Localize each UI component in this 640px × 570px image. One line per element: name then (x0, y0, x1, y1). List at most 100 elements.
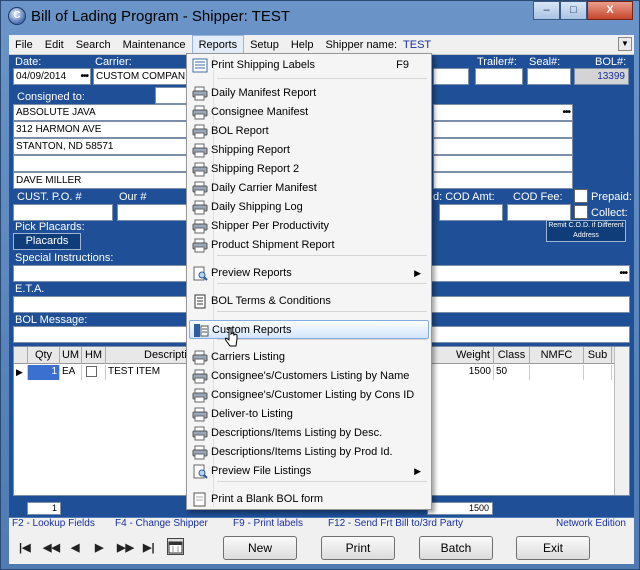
our-number-field[interactable] (117, 204, 189, 221)
menu-item-consignee-manifest[interactable]: Consignee Manifest (189, 103, 429, 122)
cell-sub[interactable] (584, 365, 612, 380)
menu-separator (217, 78, 427, 79)
maximize-button[interactable]: □ (560, 1, 587, 20)
menu-file[interactable]: File (9, 35, 39, 55)
blank-form-icon (192, 492, 208, 507)
batch-button[interactable]: Batch (419, 536, 493, 560)
carrier-field[interactable]: CUSTOM COMPANIES (93, 68, 189, 85)
title-bar[interactable]: C Bill of Lading Program - Shipper: TEST… (1, 1, 639, 31)
placards-button[interactable]: Placards (13, 233, 81, 250)
consignee-id-field[interactable] (155, 87, 189, 104)
calendar-icon[interactable] (167, 538, 184, 555)
menu-item-preview-file-listings[interactable]: Preview File Listings ▶ (189, 462, 429, 481)
next-page-button[interactable]: ▶▶ (117, 541, 134, 554)
deliver-to-address-field[interactable] (433, 121, 573, 138)
minimize-button[interactable]: – (533, 1, 560, 20)
menu-item-daily-manifest-report[interactable]: Daily Manifest Report (189, 84, 429, 103)
col-sub[interactable]: Sub (584, 347, 612, 364)
col-class[interactable]: Class (494, 347, 530, 364)
pro-field[interactable] (433, 68, 469, 85)
col-nmfc[interactable]: NMFC (530, 347, 584, 364)
consignee-address-field[interactable]: 312 HARMON AVE (13, 121, 189, 138)
col-um[interactable]: UM (60, 347, 82, 364)
deliver-to-name-field[interactable]: ••• (433, 104, 573, 121)
menu-search[interactable]: Search (70, 35, 117, 55)
f12-hint: F12 - Send Frt Bill to/3rd Party (328, 518, 464, 529)
menu-item-consignee-s-customers-listing-by-name[interactable]: Consignee's/Customers Listing by Name (189, 367, 429, 386)
first-record-button[interactable]: |◀ (19, 541, 31, 554)
date-lookup-button[interactable]: ••• (80, 69, 88, 84)
menu-item-descriptions-items-listing-by-desc[interactable]: Descriptions/Items Listing by Desc. (189, 424, 429, 443)
menu-edit[interactable]: Edit (39, 35, 70, 55)
prepaid-checkbox[interactable] (574, 189, 588, 203)
menu-item-print-a-blank-bol-form[interactable]: Print a Blank BOL form (189, 490, 429, 509)
cell-nmfc[interactable] (530, 365, 584, 380)
cust-po-field[interactable] (13, 204, 113, 221)
cell-qty[interactable]: 1 (28, 365, 60, 380)
menu-item-label: Consignee Manifest (211, 106, 309, 118)
menu-item-descriptions-items-listing-by-prod-id[interactable]: Descriptions/Items Listing by Prod Id. (189, 443, 429, 462)
cod-amt-field[interactable] (439, 204, 503, 221)
cell-weight[interactable]: 1500 (428, 365, 494, 380)
deliver-to-extra-field[interactable] (433, 155, 573, 172)
menu-shortcut: F9 (396, 59, 409, 71)
last-record-button[interactable]: ▶| (143, 541, 155, 554)
col-weight[interactable]: Weight (428, 347, 494, 364)
app-icon[interactable]: C (8, 7, 26, 25)
trailer-field[interactable] (475, 68, 523, 85)
menu-item-carriers-listing[interactable]: Carriers Listing (189, 348, 429, 367)
printer-icon (192, 426, 208, 441)
printer-icon (192, 200, 208, 215)
deliver-to-city-field[interactable] (433, 138, 573, 155)
collect-checkbox[interactable] (574, 205, 588, 219)
menu-item-deliver-to-listing[interactable]: Deliver-to Listing (189, 405, 429, 424)
menu-maintenance[interactable]: Maintenance (117, 35, 192, 55)
menu-item-daily-carrier-manifest[interactable]: Daily Carrier Manifest (189, 179, 429, 198)
cell-class[interactable]: 50 (494, 365, 530, 380)
new-button[interactable]: New (223, 536, 297, 560)
menu-item-label: Preview File Listings (211, 465, 312, 477)
next-record-button[interactable]: ▶ (95, 541, 103, 554)
consignee-city-field[interactable]: STANTON, ND 58571 (13, 138, 189, 155)
consignee-name-field[interactable]: ABSOLUTE JAVA (13, 104, 189, 121)
menu-item-product-shipment-report[interactable]: Product Shipment Report (189, 236, 429, 255)
menu-item-print-shipping-labels[interactable]: Print Shipping Labels F9 (189, 56, 429, 75)
seal-field[interactable] (527, 68, 571, 85)
special-instructions-lookup-button[interactable]: ••• (619, 266, 627, 281)
menu-separator (217, 283, 427, 284)
chevron-down-icon[interactable]: ▼ (618, 37, 632, 51)
col-hm[interactable]: HM (82, 347, 106, 364)
menu-item-bol-terms-conditions[interactable]: BOL Terms & Conditions (189, 292, 429, 311)
hm-checkbox[interactable] (86, 366, 97, 377)
consignee-contact-field[interactable]: DAVE MILLER (13, 172, 189, 189)
exit-button[interactable]: Exit (516, 536, 590, 560)
menu-item-consignee-s-customer-listing-by-cons-id[interactable]: Consignee's/Customer Listing by Cons ID (189, 386, 429, 405)
menu-item-bol-report[interactable]: BOL Report (189, 122, 429, 141)
deliver-to-lookup-button[interactable]: ••• (562, 105, 570, 120)
deliver-to-contact-field[interactable] (433, 172, 573, 189)
menu-setup[interactable]: Setup (244, 35, 285, 55)
window-title: Bill of Lading Program - Shipper: TEST (31, 8, 291, 25)
menu-item-shipping-report[interactable]: Shipping Report (189, 141, 429, 160)
menu-help[interactable]: Help (285, 35, 320, 55)
grid-scrollbar[interactable] (614, 347, 629, 495)
cell-um[interactable]: EA (60, 365, 82, 380)
menu-reports[interactable]: Reports (191, 34, 245, 55)
prepaid-label: Prepaid: (591, 191, 632, 203)
consignee-extra-field[interactable] (13, 155, 189, 172)
date-field[interactable]: 04/09/2014 ••• (13, 68, 91, 85)
prev-page-button[interactable]: ◀◀ (43, 541, 60, 554)
print-button[interactable]: Print (321, 536, 395, 560)
remit-cod-button[interactable]: Remit C.O.D. if Different Address (546, 220, 626, 242)
menu-item-preview-reports[interactable]: Preview Reports ▶ (189, 264, 429, 283)
col-qty[interactable]: Qty (28, 347, 60, 364)
prev-record-button[interactable]: ◀ (71, 541, 79, 554)
function-key-bar: F2 - Lookup Fields F4 - Change Shipper F… (9, 518, 634, 532)
menu-item-shipping-report-2[interactable]: Shipping Report 2 (189, 160, 429, 179)
cod-fee-field[interactable] (507, 204, 571, 221)
seal-label: Seal#: (529, 56, 561, 68)
cell-hm[interactable] (82, 365, 106, 380)
menu-item-daily-shipping-log[interactable]: Daily Shipping Log (189, 198, 429, 217)
menu-item-shipper-per-productivity[interactable]: Shipper Per Productivity (189, 217, 429, 236)
close-button[interactable]: X (587, 1, 633, 20)
